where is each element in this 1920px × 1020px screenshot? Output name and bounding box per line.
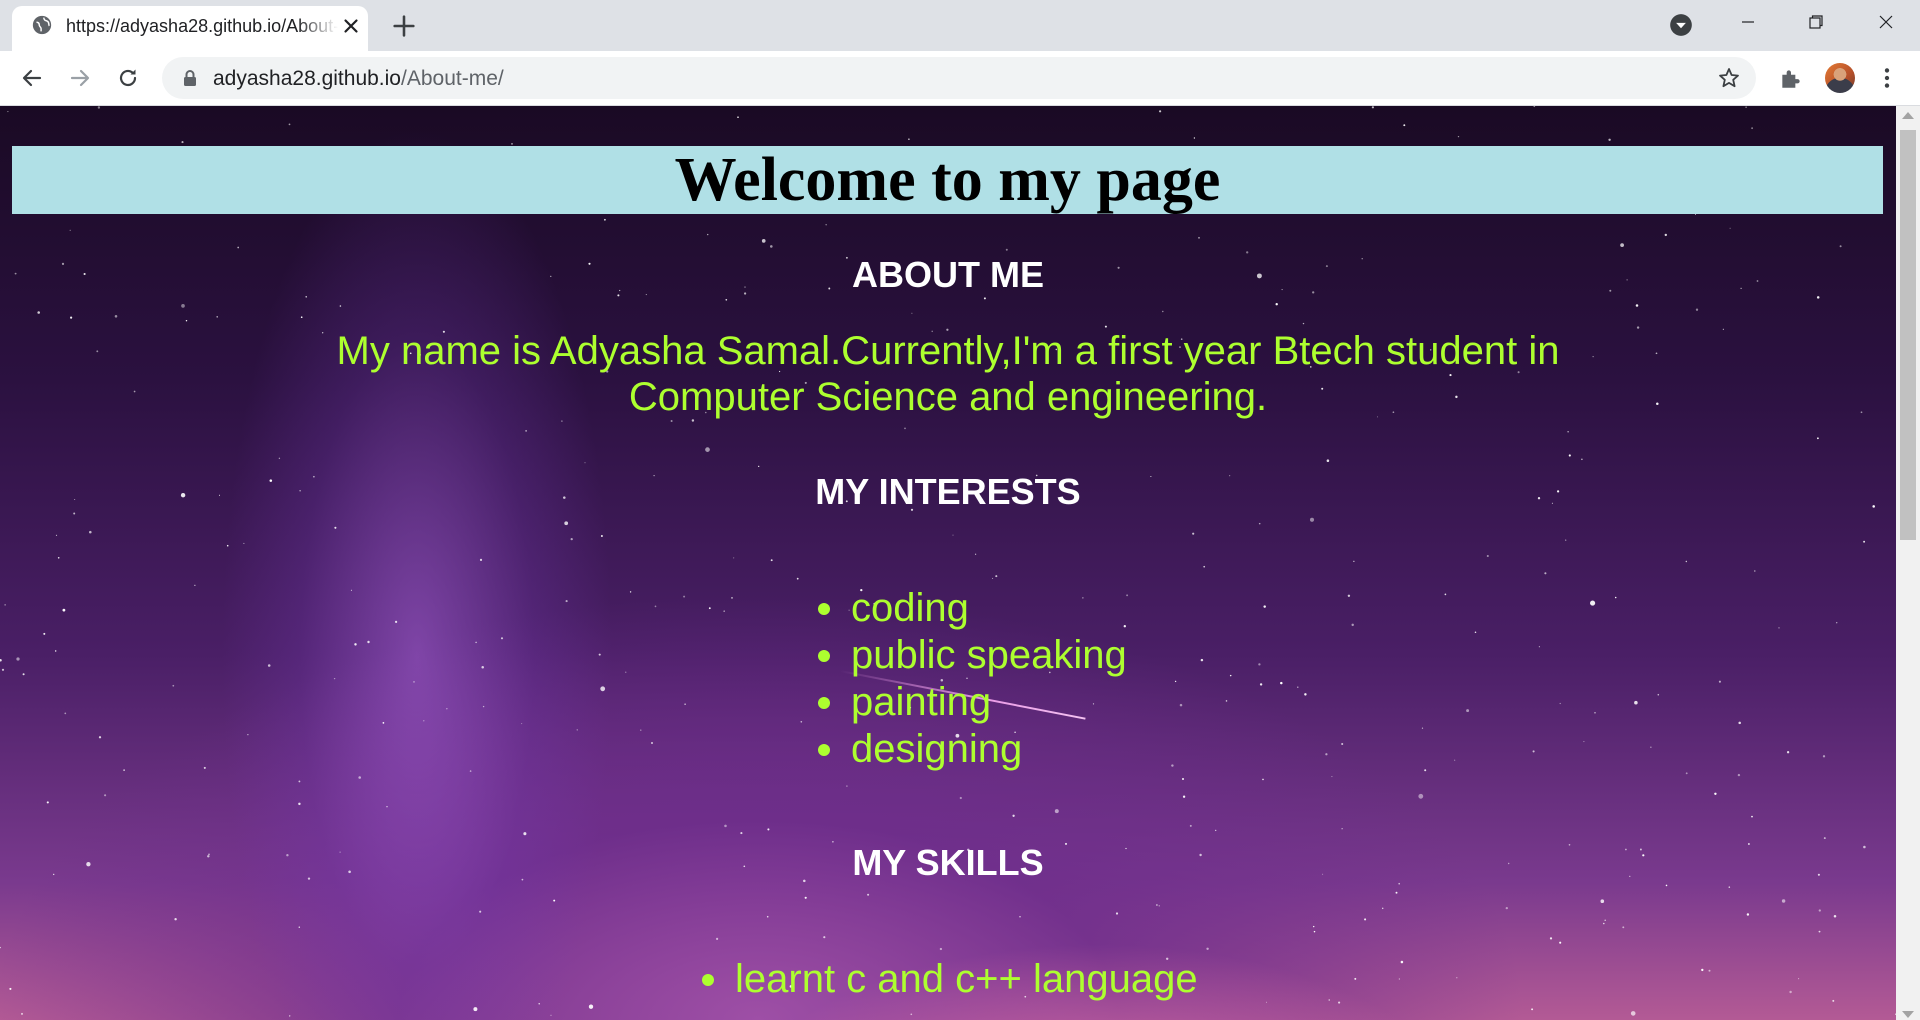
skills-heading: MY SKILLS: [852, 842, 1044, 883]
url-path: /About-me/: [401, 67, 504, 90]
forward-button[interactable]: [64, 62, 96, 94]
scroll-down-arrow-icon[interactable]: [1902, 1011, 1914, 1018]
star-icon[interactable]: [1717, 66, 1741, 90]
about-text: My name is Adyasha Samal.Currently,I'm a…: [336, 329, 1560, 419]
reload-button[interactable]: [112, 62, 144, 94]
interest-label: coding: [851, 586, 969, 630]
skills-list: learnt c and c++ language: [702, 956, 1198, 1003]
scroll-up-arrow-icon[interactable]: [1902, 112, 1914, 119]
address-bar[interactable]: adyasha28.github.io/About-me/: [162, 57, 1756, 99]
tab-strip: https://adyasha28.github.io/About-me/: [0, 0, 1920, 51]
minimize-icon: [1742, 21, 1754, 23]
interests-heading: MY INTERESTS: [815, 471, 1081, 512]
skill-label: learnt c and c++ language: [735, 957, 1198, 1001]
welcome-banner: Welcome to my page: [12, 146, 1883, 214]
bullet-icon: [818, 603, 830, 615]
list-item: coding: [818, 585, 1127, 632]
interest-label: designing: [851, 727, 1023, 771]
chevron-down-circle-icon[interactable]: [1668, 12, 1694, 38]
restore-icon: [1809, 15, 1823, 29]
interest-label: painting: [851, 680, 992, 724]
back-button[interactable]: [16, 62, 48, 94]
bullet-icon: [818, 697, 830, 709]
url-host: adyasha28.github.io: [213, 67, 401, 90]
interests-list: coding public speaking painting designin…: [818, 585, 1127, 773]
tab-title: https://adyasha28.github.io/About-me/: [66, 16, 338, 36]
about-heading: ABOUT ME: [852, 254, 1044, 295]
globe-icon: [32, 15, 52, 35]
reload-icon: [119, 69, 137, 87]
arrow-right-icon: [70, 69, 90, 87]
browser-toolbar: adyasha28.github.io/About-me/: [0, 51, 1920, 106]
close-icon: [1879, 15, 1893, 29]
browser-window: https://adyasha28.github.io/About-me/: [0, 0, 1920, 1020]
list-item: public speaking: [818, 632, 1127, 679]
page-viewport[interactable]: Welcome to my page ABOUT ME My name is A…: [0, 106, 1896, 1020]
close-icon[interactable]: [340, 15, 362, 37]
plus-icon[interactable]: [390, 12, 418, 40]
window-close-button[interactable]: [1852, 0, 1920, 44]
avatar[interactable]: [1825, 63, 1855, 93]
bullet-icon: [818, 744, 830, 756]
restore-button[interactable]: [1782, 0, 1850, 44]
interest-label: public speaking: [851, 633, 1127, 677]
list-item: designing: [818, 726, 1127, 773]
minimize-button[interactable]: [1714, 0, 1782, 44]
browser-tab[interactable]: https://adyasha28.github.io/About-me/: [12, 6, 368, 51]
lock-icon[interactable]: [180, 68, 200, 88]
list-item: learnt c and c++ language: [702, 956, 1198, 1003]
kebab-menu-icon[interactable]: [1874, 65, 1900, 91]
puzzle-icon[interactable]: [1778, 65, 1804, 91]
bullet-icon: [818, 650, 830, 662]
url-text[interactable]: adyasha28.github.io/About-me/: [213, 67, 504, 91]
list-item: painting: [818, 679, 1127, 726]
arrow-left-icon: [22, 69, 42, 87]
bullet-icon: [702, 974, 714, 986]
scrollbar-thumb[interactable]: [1900, 130, 1916, 540]
vertical-scrollbar[interactable]: [1896, 106, 1920, 1020]
page-title: Welcome to my page: [674, 146, 1221, 214]
